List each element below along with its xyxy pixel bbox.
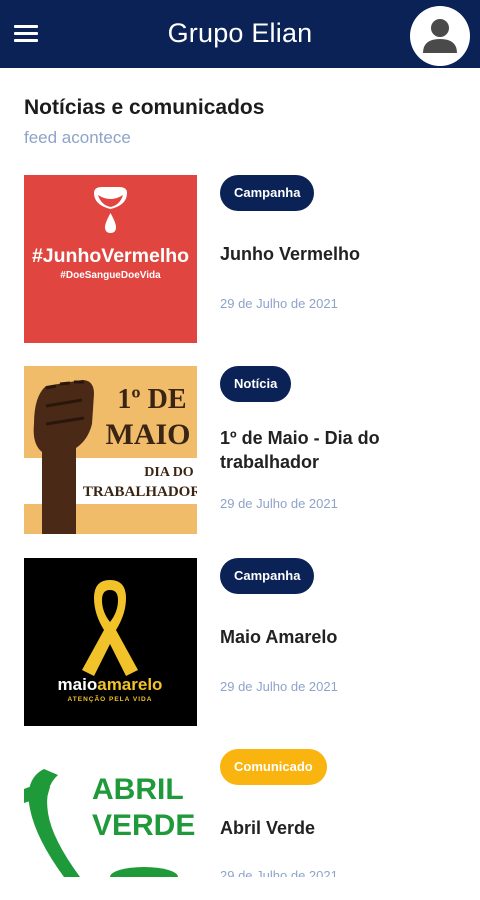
feed-image-abril-verde: ABRIL VERDE — [24, 769, 197, 877]
image-line-1: 1º DE — [117, 384, 186, 415]
image-line-3: DIA DO — [144, 465, 194, 480]
brand-maio: maio — [58, 675, 98, 694]
feed-image-maio-amarelo: maioamarelo ATENÇÃO PELA VIDA — [24, 558, 197, 726]
image-subline: #DoeSangueDoeVida — [60, 270, 161, 281]
badge-campanha: Campanha — [220, 558, 315, 594]
item-title: 1º de Maio - Dia do trabalhador — [220, 428, 380, 472]
item-date: 29 de Julho de 2021 — [220, 868, 338, 877]
item-date: 29 de Julho de 2021 — [220, 496, 338, 511]
image-headline: #JunhoVermelho — [32, 245, 189, 267]
badge-campanha: Campanha — [220, 175, 315, 211]
user-avatar-icon[interactable] — [410, 6, 470, 66]
feed-item-junho-vermelho[interactable]: #JunhoVermelho #DoeSangueDoeVida Campanh… — [24, 175, 464, 343]
feed-image-primeiro-de-maio: 1º DE MAIO DIA DO TRABALHADOR — [24, 366, 197, 534]
feed-item-primeiro-de-maio[interactable]: 1º DE MAIO DIA DO TRABALHADOR Notícia 1º… — [24, 366, 464, 534]
section-subtitle: feed acontece — [24, 128, 131, 147]
image-tagline: ATENÇÃO PELA VIDA — [68, 694, 153, 703]
brand-amarelo: amarelo — [97, 675, 162, 694]
svg-text:maioamarelo: maioamarelo — [58, 675, 163, 694]
item-title: Maio Amarelo — [220, 627, 338, 647]
image-line-2: VERDE — [92, 809, 195, 842]
feed-item-abril-verde[interactable]: ABRIL VERDE Comunicado Abril Verde 29 de… — [24, 749, 464, 877]
badge-noticia: Notícia — [220, 366, 292, 402]
section-title: Notícias e comunicados — [24, 96, 265, 119]
image-line-2: MAIO — [106, 418, 191, 451]
feed-image-junho-vermelho: #JunhoVermelho #DoeSangueDoeVida — [24, 175, 197, 343]
app-bar: Grupo Elian — [0, 0, 480, 68]
item-date: 29 de Julho de 2021 — [220, 296, 338, 311]
item-title: Junho Vermelho — [220, 244, 361, 264]
image-line-1: ABRIL — [92, 773, 184, 806]
item-date: 29 de Julho de 2021 — [220, 679, 338, 694]
feed-item-maio-amarelo[interactable]: maioamarelo ATENÇÃO PELA VIDA Campanha M… — [24, 558, 464, 726]
item-title: Abril Verde — [220, 818, 316, 838]
badge-comunicado: Comunicado — [220, 749, 327, 785]
app-title: Grupo Elian — [167, 18, 313, 48]
image-line-4: TRABALHADOR — [83, 484, 197, 500]
